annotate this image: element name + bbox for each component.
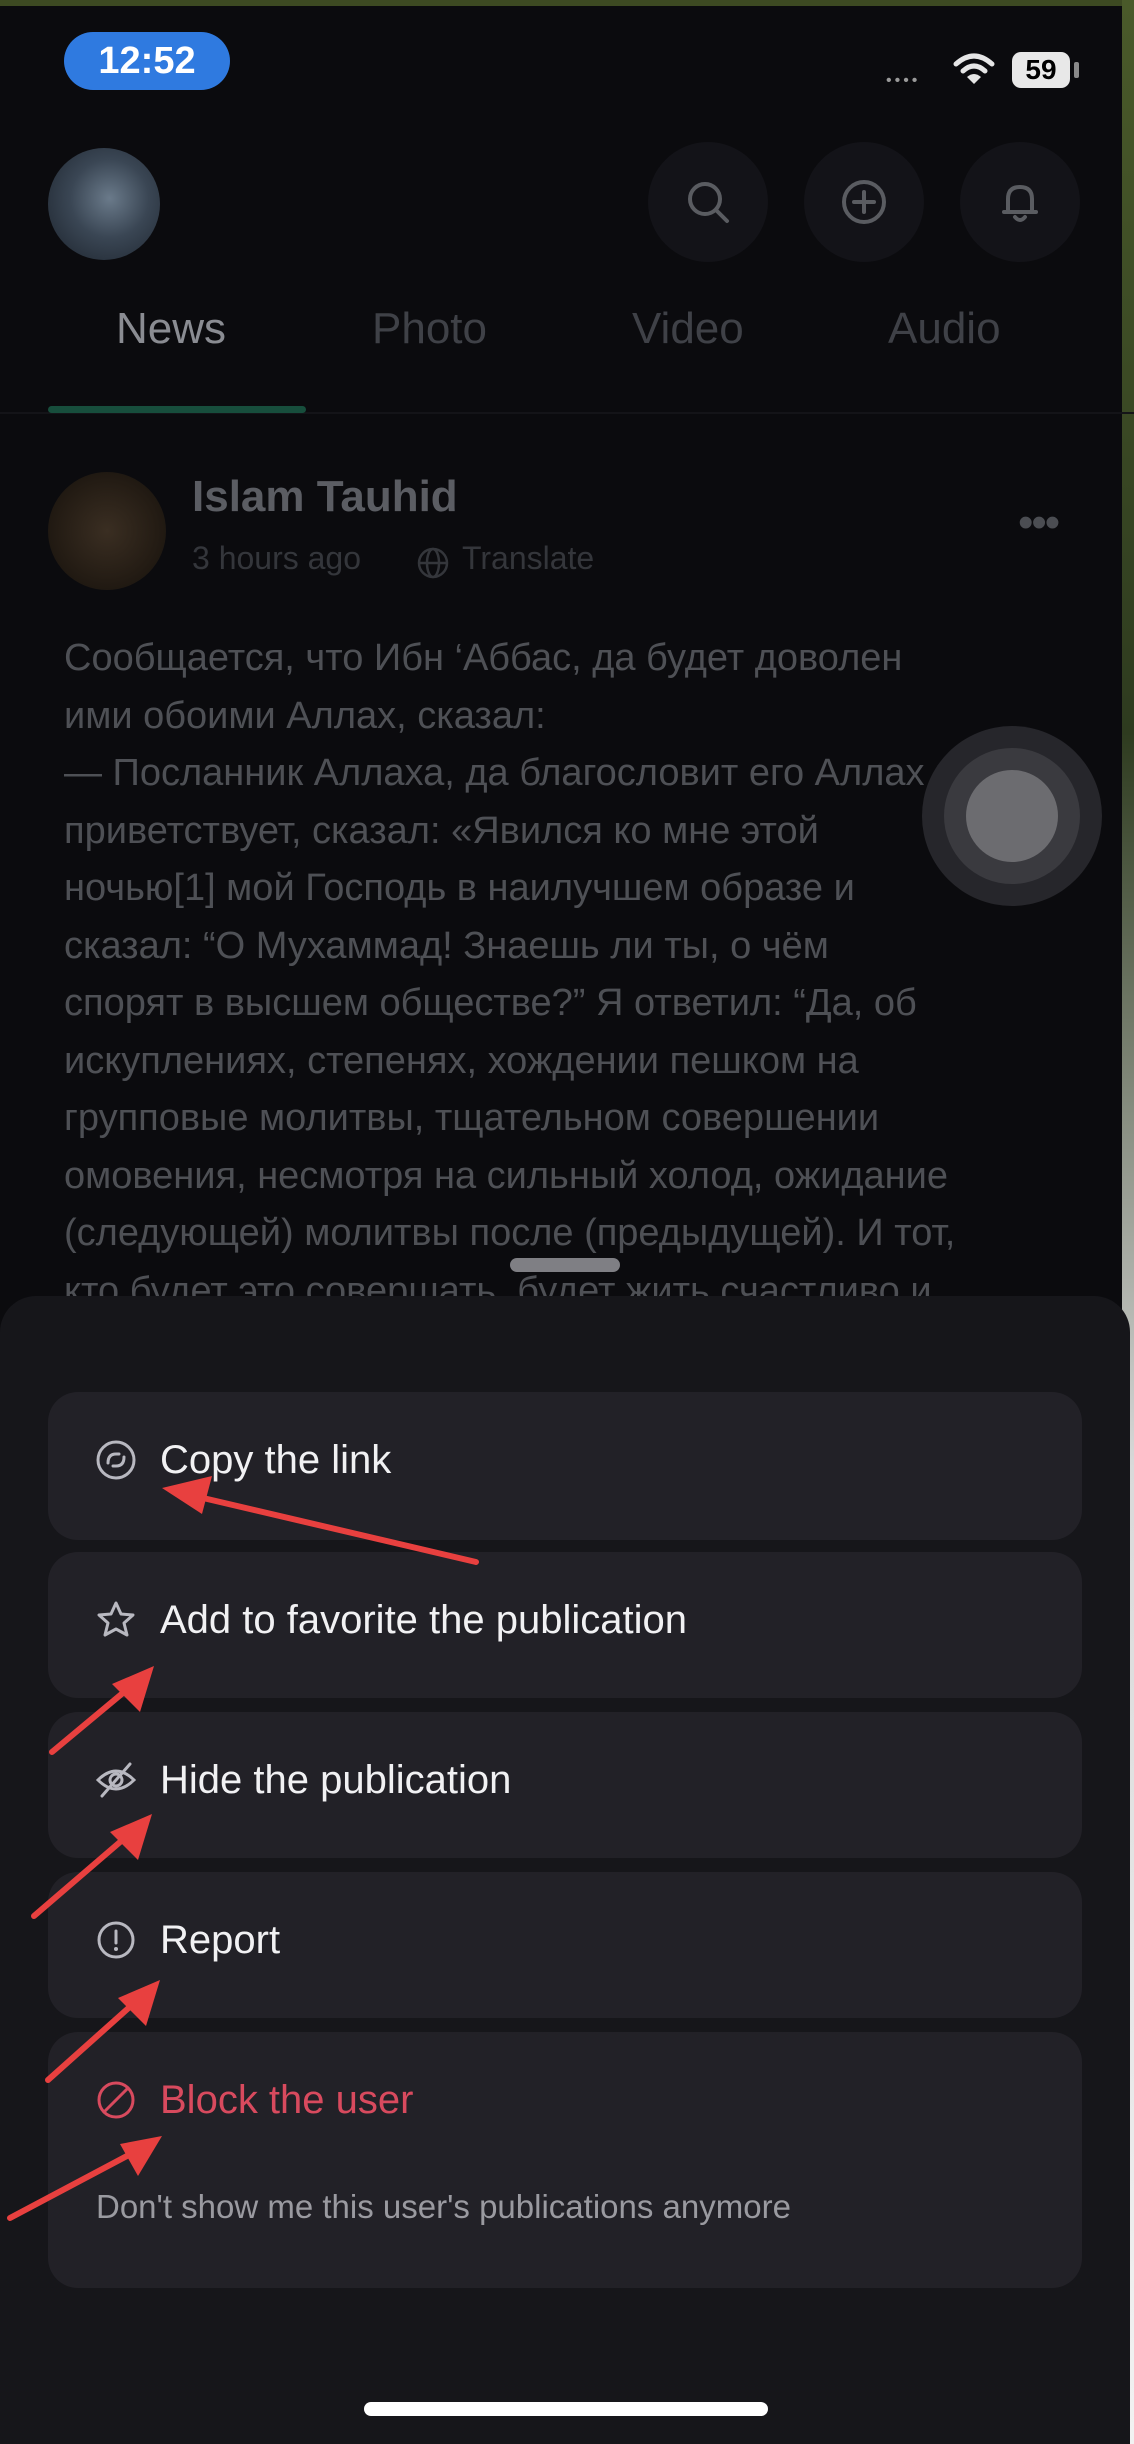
notifications-button[interactable] [960, 142, 1080, 262]
status-time[interactable]: 12:52 [64, 32, 230, 90]
tab-video[interactable]: Video [632, 304, 744, 354]
tab-audio[interactable]: Audio [888, 304, 1001, 354]
sheet-grabber[interactable] [510, 1258, 620, 1272]
add-favorite-label: Add to favorite the publication [160, 1598, 688, 1642]
author-avatar[interactable] [48, 472, 166, 590]
block-user-label: Block the user [160, 2078, 414, 2122]
hide-publication-option[interactable]: Hide the publication [48, 1712, 1082, 1858]
report-label: Report [160, 1918, 281, 1962]
profile-avatar[interactable] [48, 148, 160, 260]
home-indicator[interactable] [364, 2402, 768, 2416]
assistive-touch-core [966, 770, 1058, 862]
battery-indicator: 59 [1012, 52, 1070, 88]
screen: 12:52 •••• 59 News Photo Video Audio Isl… [0, 0, 1134, 2444]
add-favorite-option[interactable]: Add to favorite the publication [48, 1552, 1082, 1698]
tab-photo[interactable]: Photo [372, 304, 487, 354]
wallpaper-edge-top [0, 0, 1134, 6]
eye-off-icon [95, 1762, 137, 1798]
alert-circle-icon [97, 1921, 135, 1959]
post-author[interactable]: Islam Tauhid [192, 472, 458, 522]
block-icon [97, 2081, 135, 2119]
copy-link-label: Copy the link [160, 1438, 392, 1482]
tab-news[interactable]: News [116, 304, 226, 354]
post-text: Сообщается, что Ибн ‘Аббас, да будет дов… [64, 637, 956, 1312]
search-button[interactable] [648, 142, 768, 262]
block-user-option[interactable]: Block the user Don't show me this user's… [48, 2032, 1082, 2288]
battery-cap [1074, 62, 1079, 78]
globe-icon [417, 547, 449, 579]
add-post-button[interactable] [804, 142, 924, 262]
wifi-icon [953, 53, 995, 84]
bell-icon [1002, 185, 1038, 222]
star-icon [97, 1601, 135, 1637]
signal-dots: •••• [886, 72, 921, 89]
plus-circle-icon [842, 180, 886, 224]
link-icon [96, 1440, 136, 1480]
report-option[interactable]: Report [48, 1872, 1082, 2018]
hide-publication-label: Hide the publication [160, 1758, 512, 1802]
block-user-description: Don't show me this user's publications a… [96, 2188, 791, 2225]
more-options-icon[interactable]: ••• [1018, 498, 1060, 548]
search-icon [688, 182, 729, 223]
translate-button[interactable]: Translate [462, 540, 594, 577]
active-tab-indicator [48, 406, 306, 413]
copy-link-option[interactable]: Copy the link [48, 1392, 1082, 1540]
post-time: 3 hours ago [192, 540, 362, 576]
